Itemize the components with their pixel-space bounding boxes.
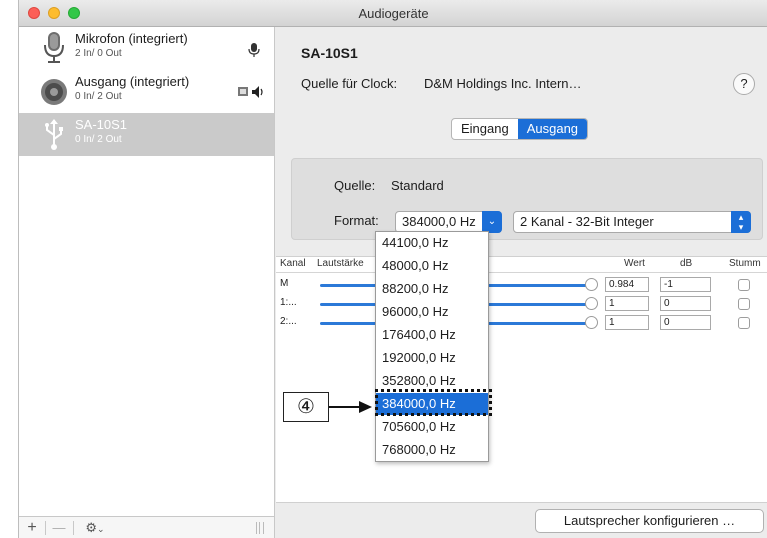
format-settings-box: Quelle: Standard Format: 384000,0 Hz ⌄ 2… xyxy=(291,158,763,240)
microphone-icon xyxy=(248,43,260,57)
channel-name: M xyxy=(280,278,289,289)
toolbar-separator xyxy=(73,521,74,535)
mute-checkbox[interactable] xyxy=(738,298,750,310)
sample-rate-option[interactable]: 352800,0 Hz xyxy=(376,370,488,392)
tab-ausgang[interactable]: Ausgang xyxy=(517,119,588,139)
toolbar-separator xyxy=(45,521,46,535)
sample-rate-option[interactable]: 96000,0 Hz xyxy=(376,301,488,323)
device-name: Ausgang (integriert) xyxy=(75,74,190,89)
value-field[interactable]: 0.984 xyxy=(605,277,649,292)
resize-grip[interactable] xyxy=(256,522,264,534)
column-header-volume: Lautstärke xyxy=(317,258,364,269)
volume-slider-knob[interactable] xyxy=(585,316,598,329)
sample-rate-popup[interactable]: 384000,0 Hz ⌄ xyxy=(395,211,502,233)
arrow-icon xyxy=(329,406,361,408)
volume-slider-knob[interactable] xyxy=(585,297,598,310)
window-title: Audiogeräte xyxy=(358,6,429,21)
column-header-db: dB xyxy=(680,258,693,269)
device-detail-pane: SA-10S1 Quelle für Clock: D&M Holdings I… xyxy=(276,27,767,538)
sample-rate-option[interactable]: 192000,0 Hz xyxy=(376,347,488,369)
title-bar: Audiogeräte xyxy=(19,0,767,27)
device-io-count: 0 In/ 2 Out xyxy=(75,134,122,145)
source-value: Standard xyxy=(391,178,444,193)
clock-source-label: Quelle für Clock: xyxy=(301,76,398,91)
db-field[interactable]: 0 xyxy=(660,315,711,330)
device-title: SA-10S1 xyxy=(301,45,358,61)
speaker-icon xyxy=(41,79,67,105)
speaker-output-icon xyxy=(238,86,263,98)
device-item-ausgang[interactable]: Ausgang (integriert) 0 In/ 2 Out xyxy=(19,70,274,113)
value-field[interactable]: 1 xyxy=(605,296,649,311)
chevron-down-icon: ⌄ xyxy=(97,524,105,534)
remove-device-button[interactable]: — xyxy=(49,519,69,537)
configure-speakers-button[interactable]: Lautsprecher konfigurieren … xyxy=(535,509,764,533)
mute-checkbox[interactable] xyxy=(738,317,750,329)
device-list-sidebar: Mikrofon (integriert) 2 In/ 0 Out Ausgan… xyxy=(19,27,275,538)
device-io-count: 0 In/ 2 Out xyxy=(75,91,122,102)
volume-slider-knob[interactable] xyxy=(585,278,598,291)
clock-source-value: D&M Holdings Inc. Intern… xyxy=(424,76,582,91)
tab-eingang[interactable]: Eingang xyxy=(452,119,518,139)
step-number-callout: ④ xyxy=(283,392,329,422)
channel-name: 1:... xyxy=(280,297,297,308)
sidebar-toolbar: + — ⚙⌄ xyxy=(19,516,274,538)
channel-name: 2:... xyxy=(280,316,297,327)
sample-rate-option-selected[interactable]: 384000,0 Hz xyxy=(376,393,488,415)
sample-rate-value: 384000,0 Hz xyxy=(402,214,476,229)
mute-checkbox[interactable] xyxy=(738,279,750,291)
sample-rate-option[interactable]: 705600,0 Hz xyxy=(376,416,488,438)
help-button[interactable]: ? xyxy=(733,73,755,95)
arrow-head-icon xyxy=(359,401,372,413)
channel-format-value: 2 Kanal - 32-Bit Integer xyxy=(520,214,654,229)
source-label: Quelle: xyxy=(334,178,376,193)
sample-rate-dropdown-menu: 44100,0 Hz 48000,0 Hz 88200,0 Hz 96000,0… xyxy=(375,231,489,462)
chevron-down-icon: ⌄ xyxy=(482,211,502,233)
device-item-mikrofon[interactable]: Mikrofon (integriert) 2 In/ 0 Out xyxy=(19,27,274,70)
table-row: 2:... 1 0 xyxy=(276,314,767,332)
up-down-chevron-icon: ▴ ▾ xyxy=(731,211,751,233)
actions-menu-button[interactable]: ⚙⌄ xyxy=(79,519,111,538)
channel-volume-table: Kanal Lautstärke Wert dB Stumm M 0.984 -… xyxy=(276,256,767,503)
value-field[interactable]: 1 xyxy=(605,315,649,330)
header-divider xyxy=(276,272,767,273)
table-row: 1:... 1 0 xyxy=(276,295,767,313)
channel-format-popup[interactable]: 2 Kanal - 32-Bit Integer ▴ ▾ xyxy=(513,211,751,233)
device-item-sa10s1[interactable]: SA-10S1 0 In/ 2 Out xyxy=(19,113,274,156)
device-io-count: 2 In/ 0 Out xyxy=(75,48,122,59)
gear-icon: ⚙ xyxy=(85,520,98,535)
sample-rate-option[interactable]: 48000,0 Hz xyxy=(376,255,488,277)
device-name: Mikrofon (integriert) xyxy=(75,31,188,46)
db-field[interactable]: 0 xyxy=(660,296,711,311)
column-header-channel: Kanal xyxy=(280,258,306,269)
db-field[interactable]: -1 xyxy=(660,277,711,292)
sample-rate-option[interactable]: 88200,0 Hz xyxy=(376,278,488,300)
usb-icon xyxy=(45,119,63,150)
table-row: M 0.984 -1 xyxy=(276,276,767,294)
sample-rate-option[interactable]: 44100,0 Hz xyxy=(376,232,488,254)
column-header-value: Wert xyxy=(624,258,645,269)
add-device-button[interactable]: + xyxy=(22,519,42,537)
device-name: SA-10S1 xyxy=(75,117,128,132)
io-tab-control: Eingang Ausgang xyxy=(451,118,589,140)
sample-rate-option[interactable]: 176400,0 Hz xyxy=(376,324,488,346)
microphone-icon xyxy=(44,32,64,63)
column-header-mute: Stumm xyxy=(729,258,761,269)
format-label: Format: xyxy=(334,213,379,228)
sample-rate-option[interactable]: 768000,0 Hz xyxy=(376,439,488,461)
